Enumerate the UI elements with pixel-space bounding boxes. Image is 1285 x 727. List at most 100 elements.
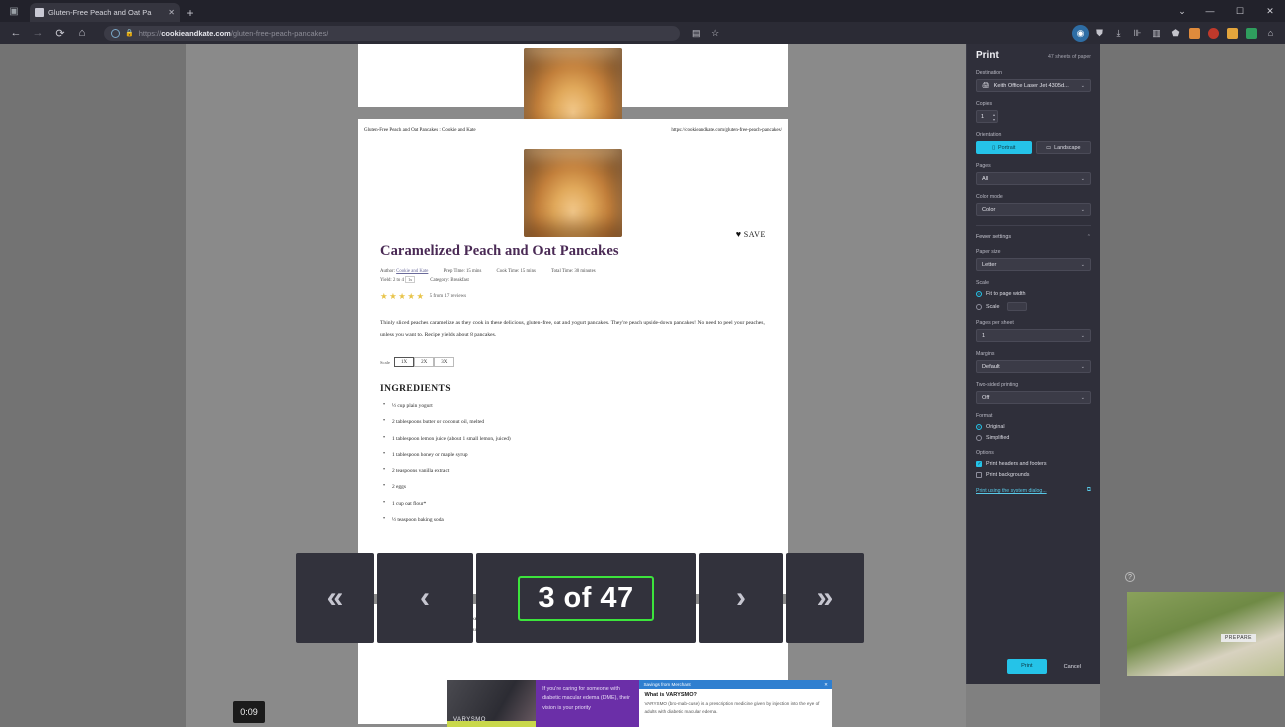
total-value: 30 minutes: [574, 269, 596, 274]
pages-select[interactable]: All ⌄: [976, 172, 1091, 185]
format-original-label: Original: [986, 424, 1005, 430]
tab-search-chevron-icon[interactable]: ⌄: [1169, 0, 1195, 22]
reload-button[interactable]: ⟳: [50, 24, 70, 42]
browser-tab[interactable]: Gluten-Free Peach and Oat Pa ✕: [30, 3, 180, 22]
orientation-portrait-button[interactable]: ▯ Portrait: [976, 141, 1032, 154]
tab-close-icon[interactable]: ✕: [168, 8, 175, 17]
next-page-button[interactable]: ›: [699, 553, 783, 643]
minimize-button[interactable]: —: [1195, 0, 1225, 22]
help-circle-icon[interactable]: ?: [1125, 572, 1135, 582]
external-link-icon[interactable]: ⧉: [1087, 487, 1091, 494]
scale-option-2x[interactable]: 2X: [414, 357, 435, 368]
print-settings-panel: Print 47 sheets of paper Destination 🖨 K…: [966, 44, 1100, 684]
copies-input[interactable]: 1 ▴ ▾: [976, 110, 998, 123]
radio-icon: [976, 303, 982, 310]
printer-icon: 🖨: [982, 83, 990, 89]
radio-icon: [976, 435, 982, 441]
scale-custom-input[interactable]: [1006, 302, 1027, 311]
yield-badge: 1x: [405, 276, 416, 284]
maximize-button[interactable]: ☐: [1225, 0, 1255, 22]
system-dialog-link[interactable]: Print using the system dialog...: [976, 488, 1047, 494]
format-simplified-radio-row[interactable]: Simplified: [976, 435, 1091, 441]
first-page-button[interactable]: «: [296, 553, 374, 643]
address-bar[interactable]: 🔒 https://cookieandkate.com/gluten-free-…: [104, 25, 680, 41]
orientation-label: Orientation: [976, 132, 1002, 138]
ad-panel-bar: Savings from Merchant ✕: [639, 680, 832, 689]
save-label: SAVE: [743, 230, 766, 239]
landscape-label: Landscape: [1054, 144, 1081, 151]
chevron-down-icon: ⌄: [1080, 332, 1085, 339]
page-indicator: 3 of 47: [518, 575, 654, 621]
page-title: Print: [976, 50, 999, 61]
margins-select[interactable]: Default ⌄: [976, 360, 1091, 373]
print-button[interactable]: Print: [1007, 659, 1047, 674]
headers-footers-checkbox-row[interactable]: Print headers and footers: [976, 461, 1091, 467]
recipe-hero-photo: [524, 149, 622, 237]
extension-puzzle-icon[interactable]: ⬟: [1167, 25, 1184, 42]
ingredients-heading: INGREDIENTS: [380, 384, 451, 395]
chevron-down-icon: ⌄: [1080, 82, 1085, 89]
page-navigation-overlay: « ‹ 3 of 47 › »: [296, 553, 864, 643]
previous-page-button[interactable]: ‹: [377, 553, 473, 643]
paper-size-label: Paper size: [976, 249, 1001, 255]
close-window-button[interactable]: ✕: [1255, 0, 1285, 22]
advertisement[interactable]: If you're caring for someone with diabet…: [447, 680, 832, 727]
notification-bell-icon[interactable]: ⌂: [1262, 25, 1279, 42]
video-thumbnail[interactable]: PREPARE: [1127, 592, 1284, 676]
forward-button[interactable]: →: [28, 24, 48, 42]
color-mode-select[interactable]: Color ⌄: [976, 203, 1091, 216]
ad-panel-title: Savings from Merchant: [643, 681, 691, 687]
list-item: 1 tablespoon honey or maple syrup: [380, 451, 766, 459]
extension-red-icon[interactable]: [1205, 25, 1222, 42]
new-tab-button[interactable]: +: [180, 3, 200, 22]
list-item: 1 tablespoon lemon juice (about 1 small …: [380, 435, 766, 443]
radio-icon: [976, 424, 982, 430]
stepper-icon[interactable]: ▴ ▾: [993, 112, 995, 122]
pages-per-sheet-select[interactable]: 1 ⌄: [976, 329, 1091, 342]
close-icon[interactable]: ✕: [824, 682, 828, 688]
backgrounds-checkbox-row[interactable]: Print backgrounds: [976, 472, 1091, 478]
category-value: Breakfast: [450, 278, 469, 284]
tab-title: Gluten-Free Peach and Oat Pa: [48, 8, 152, 17]
scale-fit-radio-row[interactable]: Fit to page width: [976, 291, 1091, 297]
format-original-radio-row[interactable]: Original: [976, 424, 1091, 430]
scale-custom-label: Scale: [986, 303, 1000, 310]
tracking-prevention-icon[interactable]: [111, 28, 120, 38]
download-icon[interactable]: ⤓: [1110, 25, 1127, 42]
extension-orange-icon[interactable]: [1186, 25, 1203, 42]
page-indicator-cell[interactable]: 3 of 47: [476, 553, 696, 643]
paper-size-select[interactable]: Letter ⌄: [976, 258, 1091, 271]
tab-favicon: [35, 8, 44, 17]
back-button[interactable]: ←: [6, 24, 26, 42]
favorite-star-icon[interactable]: ☆: [707, 25, 724, 42]
cancel-button[interactable]: Cancel: [1053, 659, 1092, 674]
copies-value: 1: [981, 113, 985, 120]
extension-green-icon[interactable]: [1243, 25, 1260, 42]
destination-select[interactable]: 🖨 Keith Office Laser Jet 4305d... ⌄: [976, 79, 1091, 92]
ad-body: VARYSMO (bro-mab-cuse) is a prescription…: [644, 701, 820, 714]
orientation-landscape-button[interactable]: ▭ Landscape: [1035, 141, 1091, 154]
extension-amber-icon[interactable]: [1224, 25, 1241, 42]
profile-circle-icon[interactable]: ◉: [1072, 24, 1089, 42]
analytics-icon[interactable]: ⊪: [1129, 25, 1146, 42]
last-page-button[interactable]: »: [786, 553, 864, 643]
ad-tagline: If you're caring for someone with diabet…: [536, 680, 640, 727]
options-label: Options: [976, 450, 994, 456]
save-button[interactable]: ♥ SAVE: [736, 229, 766, 239]
url-path: /gluten-free-peach-pancakes/: [230, 28, 329, 38]
pages-per-sheet-label: Pages per sheet: [976, 320, 1014, 326]
scale-option-3x[interactable]: 3X: [434, 357, 455, 368]
ad-heading: What is VARYSMO?: [644, 692, 697, 698]
scale-custom-radio-row[interactable]: Scale: [976, 302, 1091, 311]
category-label: Category:: [430, 278, 450, 284]
chevron-down-icon: ⌄: [1080, 261, 1085, 268]
scale-option-1x[interactable]: 1X: [393, 357, 415, 368]
split-screen-icon[interactable]: ▤: [688, 25, 705, 42]
fewer-settings-toggle[interactable]: Fewer settings ⌃: [976, 234, 1091, 240]
two-sided-select[interactable]: Off ⌄: [976, 391, 1091, 404]
author-link[interactable]: Cookie and Kate: [396, 269, 428, 274]
home-button[interactable]: ⌂: [72, 24, 92, 42]
collections-icon[interactable]: ▥: [1148, 25, 1165, 42]
shield-icon[interactable]: ⛊: [1091, 25, 1108, 42]
app-menu-icon[interactable]: ▣: [0, 0, 28, 22]
